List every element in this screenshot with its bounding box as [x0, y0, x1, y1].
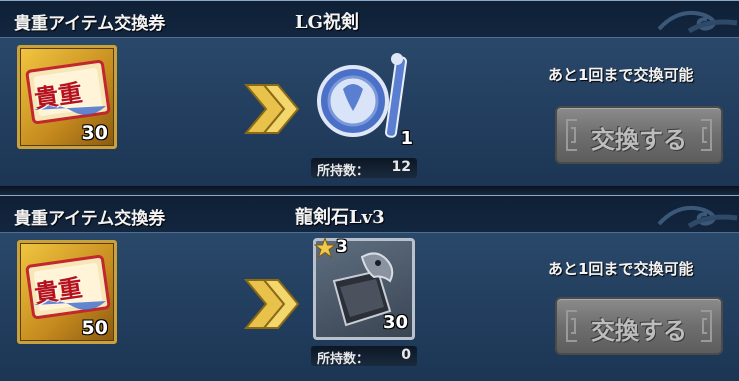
offer-header: 貴重アイテム交換券 龍剣石Lv3 [0, 196, 739, 233]
panel-divider [0, 186, 739, 195]
exchange-limit-text: あと1回まで交換可能 [548, 260, 694, 278]
ticket-quantity: 50 [81, 317, 108, 339]
ticket-quantity: 30 [81, 122, 108, 144]
reward-item-slot[interactable]: 3 30 [313, 237, 415, 340]
ticket-item-slot[interactable]: 貴重 30 [17, 45, 117, 149]
offer-header: 貴重アイテム交換券 LG祝剣 [0, 1, 739, 38]
reward-item-slot[interactable]: 1 [313, 49, 417, 153]
exchange-offer-1: 貴重アイテム交換券 LG祝剣 貴重 30 1 所持数： 12 あと1回まで交換可… [0, 0, 739, 186]
owned-value: 12 [391, 159, 411, 175]
exchange-button-label: 交換する [591, 126, 687, 154]
cloud-ornament-icon [657, 205, 738, 229]
owned-count: 所持数： 0 [311, 346, 417, 367]
ticket-stamp-text: 貴重 [32, 78, 85, 114]
owned-value: 0 [401, 347, 411, 363]
exchange-button[interactable]: 交換する [555, 297, 723, 355]
owned-label: 所持数： [317, 352, 370, 367]
reward-quantity: 1 [400, 128, 413, 149]
owned-count: 所持数： 12 [311, 158, 417, 179]
reward-name: 龍剣石Lv3 [295, 207, 385, 228]
reward-name: LG祝剣 [295, 12, 360, 33]
ticket-item-slot[interactable]: 貴重 50 [17, 240, 117, 344]
star-rank-icon [314, 237, 336, 259]
reward-quantity: 30 [382, 312, 408, 333]
button-ornament-icon [701, 119, 712, 151]
exchange-button-label: 交換する [591, 317, 687, 345]
double-chevron-right-icon [244, 84, 300, 134]
button-ornament-icon [701, 310, 712, 342]
ticket-label: 貴重アイテム交換券 [14, 209, 166, 229]
ticket-stamp-text: 貴重 [32, 273, 85, 309]
double-chevron-right-icon [244, 279, 300, 329]
ticket-label: 貴重アイテム交換券 [14, 14, 166, 34]
exchange-offer-2: 貴重アイテム交換券 龍剣石Lv3 貴重 50 3 30 所持数： 0 あと1回ま… [0, 195, 739, 381]
exchange-button[interactable]: 交換する [555, 106, 723, 164]
exchange-limit-text: あと1回まで交換可能 [548, 66, 694, 84]
star-rank-value: 3 [336, 237, 348, 257]
cloud-ornament-icon [657, 10, 738, 34]
owned-label: 所持数： [317, 164, 370, 179]
